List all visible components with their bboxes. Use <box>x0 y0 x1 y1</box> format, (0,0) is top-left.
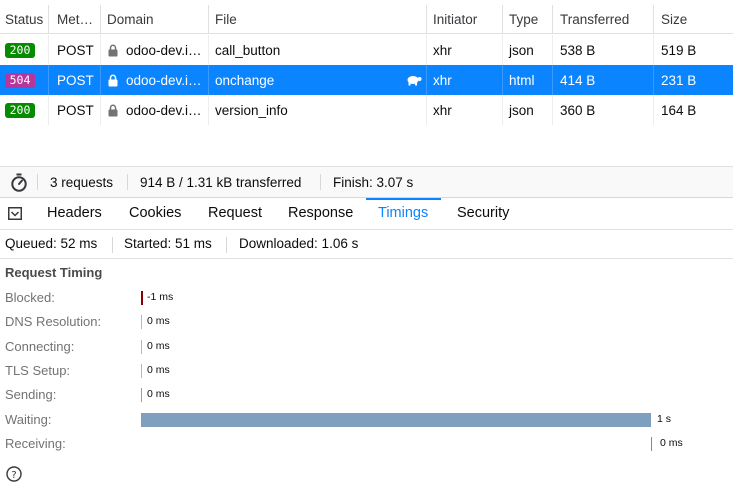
tab-request[interactable]: Request <box>208 198 262 229</box>
transferred-cell: 360 B <box>560 103 596 118</box>
svg-text:?: ? <box>11 470 16 481</box>
column-header-transferred[interactable]: Transferred <box>555 5 650 33</box>
timing-label: TLS Setup: <box>5 363 71 378</box>
timing-value: 0 ms <box>147 364 170 376</box>
timing-value: 0 ms <box>147 315 170 327</box>
initiator-cell: xhr <box>433 103 452 118</box>
timing-bar <box>141 315 142 329</box>
timing-bar <box>141 413 651 427</box>
tab-timings[interactable]: Timings <box>365 198 442 229</box>
lock-icon <box>108 74 118 87</box>
help-icon[interactable]: ? <box>6 466 22 482</box>
transferred-summary: 914 B / 1.31 kB transferred <box>140 175 302 190</box>
tab-security[interactable]: Security <box>457 198 509 229</box>
timing-value: -1 ms <box>147 291 174 303</box>
timing-value: 1 s <box>657 413 672 425</box>
method-cell: POST <box>57 73 94 88</box>
timing-value: 0 ms <box>147 340 170 352</box>
timing-value: 0 ms <box>147 388 170 400</box>
lock-icon <box>108 44 118 57</box>
timing-label: Receiving: <box>5 436 66 451</box>
size-cell: 231 B <box>661 73 697 88</box>
downloaded-time: Downloaded: 1.06 s <box>239 236 359 251</box>
column-header-file[interactable]: File <box>210 5 415 33</box>
queued-time: Queued: 52 ms <box>5 236 98 251</box>
lock-icon <box>108 104 118 117</box>
table-row[interactable]: 200 POST odoo-dev.i… call_button xhr jso… <box>0 35 733 65</box>
column-header-status[interactable]: Status <box>0 5 43 33</box>
started-time: Started: 51 ms <box>124 236 212 251</box>
tab-headers[interactable]: Headers <box>47 198 102 229</box>
timing-label: Sending: <box>5 387 57 402</box>
domain-cell: odoo-dev.i… <box>126 73 202 88</box>
type-cell: html <box>509 73 535 88</box>
column-header-initiator[interactable]: Initiator <box>428 5 503 33</box>
timing-bar <box>141 388 142 402</box>
tab-response[interactable]: Response <box>288 198 353 229</box>
table-header: Status Met… Domain File Initiator Type T… <box>0 5 733 34</box>
timing-bar <box>651 437 652 451</box>
domain-cell: odoo-dev.i… <box>126 43 202 58</box>
status-badge: 504 <box>5 73 35 88</box>
type-cell: json <box>509 103 534 118</box>
timing-label: Blocked: <box>5 290 55 305</box>
timing-bar <box>141 364 142 378</box>
size-cell: 164 B <box>661 103 697 118</box>
request-timing-title: Request Timing <box>5 265 103 280</box>
status-badge: 200 <box>5 103 35 118</box>
column-header-size[interactable]: Size <box>656 5 731 33</box>
method-cell: POST <box>57 43 94 58</box>
file-cell: call_button <box>215 43 281 58</box>
request-table: Status Met… Domain File Initiator Type T… <box>0 0 733 126</box>
detail-tabs: Headers Cookies Request Response Timings… <box>0 198 733 230</box>
timing-value: 0 ms <box>660 437 683 449</box>
column-header-method[interactable]: Met… <box>52 5 97 33</box>
transferred-cell: 414 B <box>560 73 596 88</box>
timing-label: Connecting: <box>5 339 75 354</box>
transferred-cell: 538 B <box>560 43 596 58</box>
turtle-icon <box>407 76 422 86</box>
timing-bar <box>141 340 142 354</box>
timing-label: DNS Resolution: <box>5 314 102 329</box>
finish-time: Finish: 3.07 s <box>333 175 414 190</box>
status-badge: 200 <box>5 43 35 58</box>
column-header-type[interactable]: Type <box>504 5 553 33</box>
method-cell: POST <box>57 103 94 118</box>
initiator-cell: xhr <box>433 43 452 58</box>
column-header-domain[interactable]: Domain <box>102 5 207 33</box>
type-cell: json <box>509 43 534 58</box>
domain-cell: odoo-dev.i… <box>126 103 202 118</box>
table-row-selected[interactable]: 504 POST odoo-dev.i… onchange xhr html 4… <box>0 65 733 95</box>
stopwatch-icon[interactable] <box>10 173 28 192</box>
table-row[interactable]: 200 POST odoo-dev.i… version_info xhr js… <box>0 95 733 125</box>
file-cell: version_info <box>215 103 288 118</box>
summary-toolbar: 3 requests 914 B / 1.31 kB transferred F… <box>0 166 733 198</box>
initiator-cell: xhr <box>433 73 452 88</box>
timing-bar <box>141 291 143 305</box>
size-cell: 519 B <box>661 43 697 58</box>
timing-summary: Queued: 52 ms Started: 51 ms Downloaded:… <box>0 231 733 259</box>
tab-cookies[interactable]: Cookies <box>129 198 181 229</box>
timing-label: Waiting: <box>5 412 52 427</box>
file-cell: onchange <box>215 73 275 88</box>
request-count: 3 requests <box>50 175 114 190</box>
